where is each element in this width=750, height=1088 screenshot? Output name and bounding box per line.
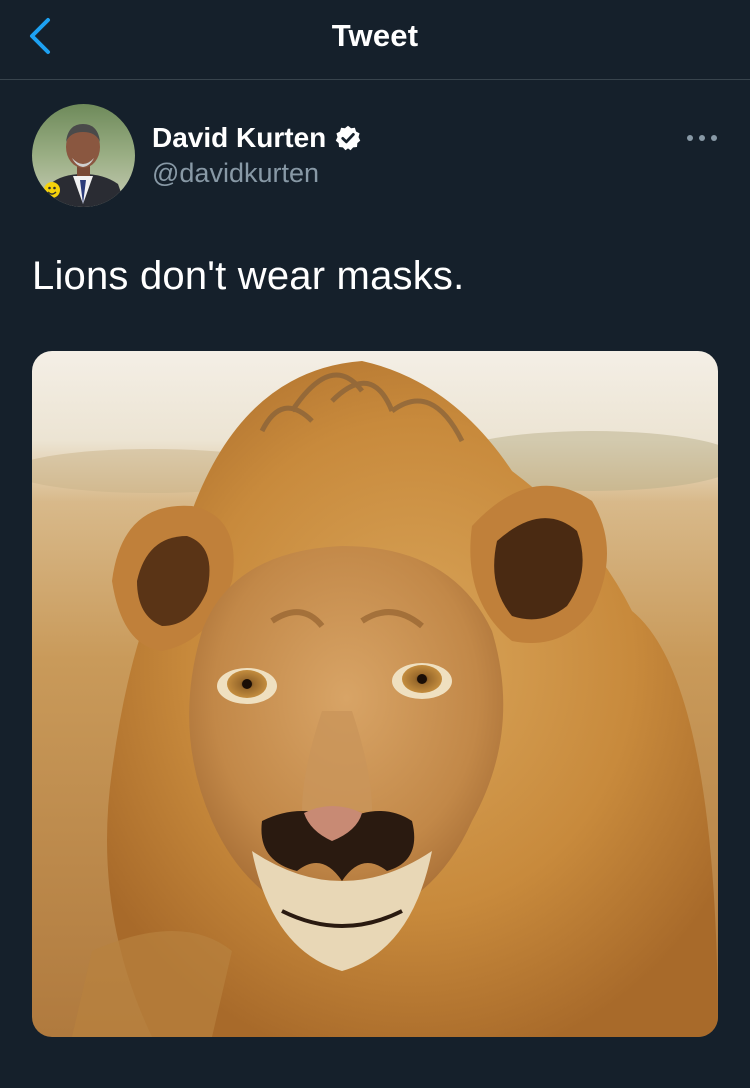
handle[interactable]: @davidkurten	[152, 158, 362, 189]
more-dots-icon	[687, 135, 717, 141]
top-bar: Tweet	[0, 0, 750, 80]
avatar[interactable]	[32, 104, 135, 207]
lion-photo	[32, 351, 718, 1037]
page-title: Tweet	[331, 18, 419, 53]
display-name-row: David Kurten	[152, 120, 362, 156]
tweet-text: Lions don't wear masks.	[32, 254, 465, 298]
verified-badge-icon	[336, 125, 361, 151]
author-names: David Kurten @davidkurten	[152, 120, 362, 189]
more-button[interactable]	[682, 126, 722, 150]
display-name[interactable]: David Kurten	[152, 122, 326, 154]
tweet-author: David Kurten @davidkurten	[32, 104, 722, 210]
tweet-photo[interactable]	[32, 351, 718, 1037]
